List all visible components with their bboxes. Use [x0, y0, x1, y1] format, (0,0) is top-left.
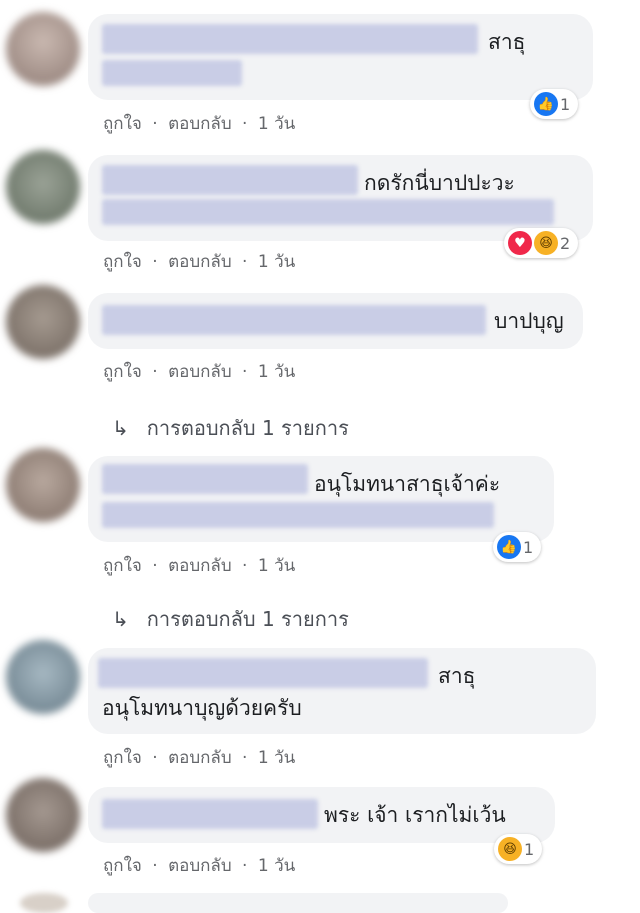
- blurred-author-name: [102, 24, 478, 54]
- comment-bubble: อนุโมทนาสาธุเจ้าค่ะ: [88, 456, 554, 542]
- reaction-summary[interactable]: ♥ 😆 2: [504, 228, 579, 258]
- reaction-count: 1: [524, 839, 535, 859]
- reply-arrow-icon: ↳: [112, 607, 129, 631]
- like-button[interactable]: ถูกใจ: [103, 252, 142, 272]
- love-reaction-icon: ♥: [508, 231, 532, 255]
- comment-text: บาปบุญ: [494, 309, 564, 333]
- like-reaction-icon: 👍: [497, 535, 521, 559]
- comment-actions: ถูกใจ · ตอบกลับ · 1 วัน: [103, 248, 295, 275]
- view-replies-link[interactable]: ↳ การตอบกลับ 1 รายการ: [112, 603, 349, 635]
- comment-actions: ถูกใจ · ตอบกลับ · 1 วัน: [103, 552, 295, 579]
- separator: ·: [242, 856, 248, 876]
- view-replies-link[interactable]: ↳ การตอบกลับ 1 รายการ: [112, 412, 349, 444]
- separator: ·: [152, 252, 158, 272]
- timestamp[interactable]: 1 วัน: [258, 252, 295, 272]
- avatar[interactable]: [6, 150, 80, 224]
- haha-reaction-icon: 😆: [498, 837, 522, 861]
- comment-text: สาธุ: [488, 30, 526, 54]
- blurred-author-name: [102, 165, 358, 195]
- comment-text: อนุโมทนาสาธุเจ้าค่ะ: [314, 472, 501, 496]
- comment-bubble: สาธุ: [88, 14, 593, 100]
- comment-actions: ถูกใจ · ตอบกลับ · 1 วัน: [103, 852, 295, 879]
- comment-actions: ถูกใจ · ตอบกลับ · 1 วัน: [103, 358, 295, 385]
- like-button[interactable]: ถูกใจ: [103, 362, 142, 382]
- separator: ·: [242, 114, 248, 134]
- comment-bubble: สาธุ อนุโมทนาบุญด้วยครับ: [88, 648, 596, 734]
- blurred-text: [102, 502, 494, 528]
- blurred-text: [102, 60, 242, 86]
- reply-button[interactable]: ตอบกลับ: [168, 556, 232, 576]
- separator: ·: [242, 362, 248, 382]
- blurred-author-name: [102, 799, 318, 829]
- replies-label: การตอบกลับ 1 รายการ: [146, 416, 349, 440]
- avatar[interactable]: [6, 12, 80, 86]
- comment-bubble: บาปบุญ: [88, 293, 583, 349]
- reply-button[interactable]: ตอบกลับ: [168, 114, 232, 134]
- like-reaction-icon: 👍: [534, 92, 558, 116]
- reply-button[interactable]: ตอบกลับ: [168, 748, 232, 768]
- timestamp[interactable]: 1 วัน: [258, 362, 295, 382]
- reaction-count: 2: [560, 233, 571, 253]
- comment-text: สาธุ: [438, 664, 476, 688]
- comment-actions: ถูกใจ · ตอบกลับ · 1 วัน: [103, 744, 295, 771]
- separator: ·: [152, 856, 158, 876]
- haha-reaction-icon: 😆: [534, 231, 558, 255]
- separator: ·: [152, 114, 158, 134]
- blurred-text: [102, 199, 554, 225]
- avatar[interactable]: [6, 778, 80, 852]
- reply-button[interactable]: ตอบกลับ: [168, 856, 232, 876]
- timestamp[interactable]: 1 วัน: [258, 856, 295, 876]
- separator: ·: [152, 748, 158, 768]
- reaction-count: 1: [560, 94, 571, 114]
- timestamp[interactable]: 1 วัน: [258, 114, 295, 134]
- comment-actions: ถูกใจ · ตอบกลับ · 1 วัน: [103, 110, 295, 137]
- comment-text: กดรักนี่บาปปะวะ: [364, 171, 515, 195]
- reply-button[interactable]: ตอบกลับ: [168, 362, 232, 382]
- reaction-summary[interactable]: 😆 1: [494, 834, 543, 864]
- reaction-summary[interactable]: 👍 1: [530, 89, 579, 119]
- timestamp[interactable]: 1 วัน: [258, 556, 295, 576]
- reaction-summary[interactable]: 👍 1: [493, 532, 542, 562]
- avatar[interactable]: [6, 285, 80, 359]
- reaction-count: 1: [523, 537, 534, 557]
- separator: ·: [242, 556, 248, 576]
- avatar[interactable]: [20, 893, 68, 913]
- replies-label: การตอบกลับ 1 รายการ: [146, 607, 349, 631]
- like-button[interactable]: ถูกใจ: [103, 856, 142, 876]
- comment-bubble: พระ เจ้า เรากไม่เว้น: [88, 787, 555, 843]
- separator: ·: [152, 556, 158, 576]
- like-button[interactable]: ถูกใจ: [103, 114, 142, 134]
- blurred-author-name: [98, 658, 428, 688]
- blurred-author-name: [102, 464, 308, 494]
- avatar[interactable]: [6, 640, 80, 714]
- reply-button[interactable]: ตอบกลับ: [168, 252, 232, 272]
- comment-bubble: [88, 893, 508, 913]
- separator: ·: [152, 362, 158, 382]
- reply-arrow-icon: ↳: [112, 416, 129, 440]
- timestamp[interactable]: 1 วัน: [258, 748, 295, 768]
- like-button[interactable]: ถูกใจ: [103, 748, 142, 768]
- comment-text: พระ เจ้า เรากไม่เว้น: [324, 803, 506, 827]
- like-button[interactable]: ถูกใจ: [103, 556, 142, 576]
- blurred-author-name: [102, 305, 486, 335]
- comment-text: อนุโมทนาบุญด้วยครับ: [102, 696, 302, 720]
- avatar[interactable]: [6, 448, 80, 522]
- separator: ·: [242, 252, 248, 272]
- separator: ·: [242, 748, 248, 768]
